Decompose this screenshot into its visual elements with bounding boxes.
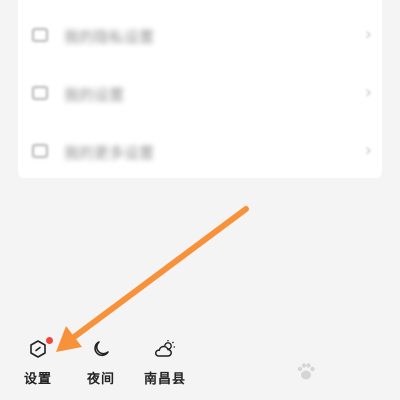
more-icon — [32, 144, 48, 158]
gear-icon — [32, 28, 48, 42]
menu-row-label: 我的设置 — [64, 86, 125, 104]
chevron-right-icon: › — [364, 24, 372, 45]
chevron-right-icon: › — [364, 140, 372, 161]
weather-cloud-sun-icon — [154, 340, 175, 357]
watermark — [294, 360, 374, 386]
weather-location-label: 南昌县 — [143, 372, 186, 387]
screen: 我的隐私设置 › 我的设置 › 我的更多设置 › 设置 夜间 南昌县 — [0, 0, 400, 400]
weather-button[interactable]: 南昌县 — [137, 336, 193, 392]
settings-label: 设置 — [23, 372, 52, 387]
menu-row-label: 我的隐私设置 — [64, 28, 155, 46]
settings-hexagon-icon — [30, 340, 46, 358]
notification-badge — [46, 337, 53, 344]
chevron-right-icon: › — [364, 82, 372, 103]
night-mode-label: 夜间 — [86, 372, 115, 387]
menu-row[interactable]: 我的更多设置 › — [18, 124, 382, 180]
paw-logo-icon — [297, 363, 315, 380]
menu-row[interactable]: 我的隐私设置 › — [18, 8, 382, 64]
menu-row[interactable]: 我的设置 › — [18, 66, 382, 122]
settings-button[interactable]: 设置 — [10, 336, 66, 392]
settings-icon — [32, 86, 48, 100]
moon-icon — [94, 341, 109, 357]
settings-menu-card: 我的隐私设置 › 我的设置 › 我的更多设置 › — [18, 0, 382, 178]
night-mode-button[interactable]: 夜间 — [73, 336, 129, 392]
menu-row-label: 我的更多设置 — [64, 144, 155, 162]
